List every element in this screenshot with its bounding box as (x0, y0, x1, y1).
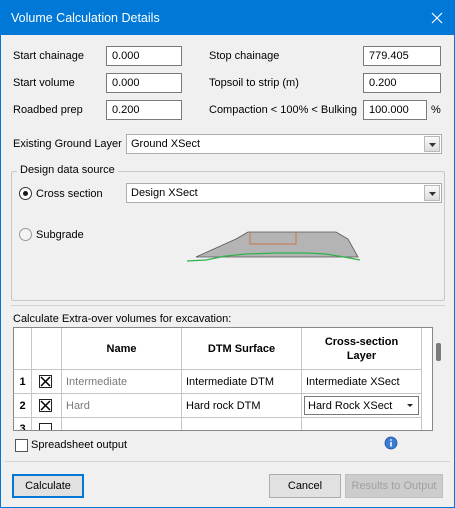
spreadsheet-output-label[interactable]: Spreadsheet output (31, 438, 127, 452)
start-volume-field[interactable]: 0.000 (106, 73, 182, 93)
row-number: 2 (14, 394, 32, 418)
extra-over-label: Calculate Extra-over volumes for excavat… (13, 313, 232, 325)
dtm-column-header[interactable]: DTM Surface (182, 328, 302, 370)
layer-cell[interactable]: Intermediate XSect (302, 370, 422, 394)
cross-section-layer-dropdown[interactable]: Design XSect (126, 183, 442, 203)
topsoil-field[interactable]: 0.200 (363, 73, 441, 93)
layer-cell[interactable] (302, 418, 422, 430)
compaction-field[interactable]: 100.000 (363, 100, 427, 120)
name-cell[interactable]: Intermediate (62, 370, 182, 394)
start-chainage-field[interactable]: 0.000 (106, 46, 182, 66)
existing-ground-dropdown[interactable]: Ground XSect (126, 134, 442, 154)
extra-over-grid[interactable]: Name DTM Surface Cross-section Layer 1 I… (13, 327, 433, 431)
roadbed-prep-field[interactable]: 0.200 (106, 100, 182, 120)
stop-chainage-label: Stop chainage (209, 50, 280, 62)
title-bar: Volume Calculation Details (1, 1, 454, 35)
percent-unit: % (431, 104, 441, 116)
stop-chainage-field[interactable]: 779.405 (363, 46, 441, 66)
row-number: 3 (14, 418, 32, 430)
row-header-corner (14, 328, 32, 370)
layer-cell-dropdown[interactable]: Hard Rock XSect (304, 396, 419, 415)
table-row-checkbox-cell (32, 418, 62, 430)
compaction-label: Compaction < 100% < Bulking (209, 104, 357, 116)
dtm-cell[interactable] (182, 418, 302, 430)
cross-section-preview-icon (186, 231, 361, 262)
checkmark-icon (40, 400, 51, 411)
dropdown-button[interactable] (424, 136, 440, 152)
volume-calculation-dialog: Volume Calculation Details Start chainag… (0, 0, 455, 508)
cross-section-radio[interactable] (19, 187, 32, 200)
design-source-title: Design data source (17, 163, 118, 177)
row-number: 1 (14, 370, 32, 394)
close-icon (431, 12, 443, 24)
layer-column-header[interactable]: Cross-section Layer (302, 328, 422, 370)
layer-cell[interactable]: Hard Rock XSect (302, 394, 422, 418)
name-cell[interactable]: Hard (62, 394, 182, 418)
separator (11, 305, 445, 306)
roadbed-prep-label: Roadbed prep (13, 104, 83, 116)
scrollbar-thumb[interactable] (436, 343, 441, 361)
close-button[interactable] (420, 1, 454, 35)
calculate-button[interactable]: Calculate (12, 474, 84, 498)
subgrade-radio[interactable] (19, 228, 32, 241)
dtm-cell[interactable]: Intermediate DTM (182, 370, 302, 394)
cross-section-layer-value: Design XSect (131, 187, 198, 199)
cancel-button[interactable]: Cancel (269, 474, 341, 498)
name-cell[interactable] (62, 418, 182, 430)
row-checkbox[interactable] (39, 399, 52, 412)
existing-ground-label: Existing Ground Layer (13, 138, 122, 150)
start-chainage-label: Start chainage (13, 50, 84, 62)
cross-section-label[interactable]: Cross section (36, 187, 103, 201)
existing-ground-value: Ground XSect (131, 138, 201, 150)
dropdown-button[interactable] (424, 185, 440, 201)
row-checkbox[interactable] (39, 423, 52, 430)
grid-scrollbar[interactable] (433, 327, 445, 431)
start-volume-label: Start volume (13, 77, 75, 89)
checkmark-icon (40, 376, 51, 387)
name-column-header[interactable]: Name (62, 328, 182, 370)
table-row-checkbox-cell (32, 394, 62, 418)
subgrade-label[interactable]: Subgrade (36, 228, 84, 242)
row-checkbox[interactable] (39, 375, 52, 388)
chevron-down-icon[interactable] (407, 404, 413, 407)
dialog-title: Volume Calculation Details (11, 11, 160, 25)
layer-cell-value: Hard Rock XSect (308, 400, 393, 412)
chevron-down-icon (429, 143, 436, 147)
check-column-header (32, 328, 62, 370)
results-to-output-button[interactable]: Results to Output (345, 474, 443, 498)
dtm-cell[interactable]: Hard rock DTM (182, 394, 302, 418)
info-icon[interactable] (384, 436, 398, 450)
spreadsheet-output-checkbox[interactable] (15, 439, 28, 452)
topsoil-label: Topsoil to strip (m) (209, 77, 299, 89)
separator (5, 461, 450, 462)
chevron-down-icon (429, 192, 436, 196)
table-row-checkbox-cell (32, 370, 62, 394)
